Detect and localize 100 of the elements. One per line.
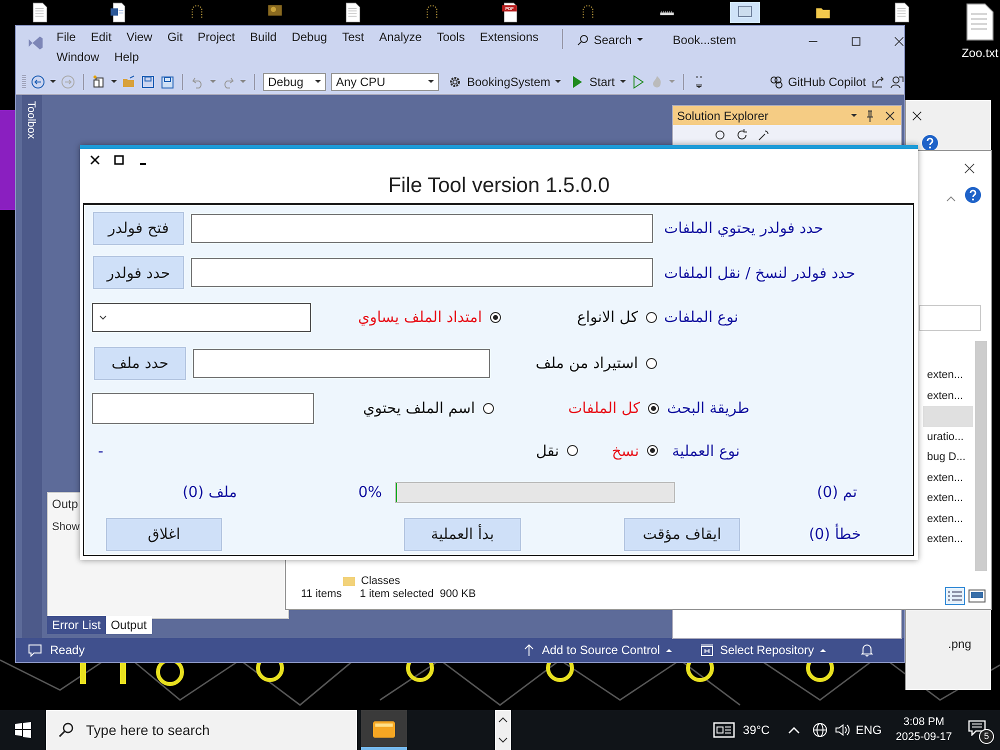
import-file-field[interactable]: [193, 348, 490, 378]
back-icon[interactable]: [31, 75, 45, 89]
taskbar-app[interactable]: [361, 710, 407, 750]
new-item-icon[interactable]: [92, 75, 106, 89]
menu-item[interactable]: Extensions: [480, 29, 539, 45]
radio-button[interactable]: [646, 358, 657, 368]
target-folder-button[interactable]: حدد فولدر: [93, 256, 184, 289]
menu-item[interactable]: Test: [342, 29, 364, 45]
menu-item[interactable]: Tools: [436, 29, 465, 45]
menu-item[interactable]: Project: [198, 29, 236, 45]
clock[interactable]: 3:08 PM 2025-09-17: [896, 715, 952, 745]
radio-button[interactable]: [567, 445, 578, 456]
menu-item[interactable]: Edit: [90, 29, 112, 45]
open-folder-button[interactable]: فتح فولدر: [93, 212, 184, 244]
menu-item[interactable]: Debug: [292, 29, 328, 45]
news-icon[interactable]: [712, 722, 735, 738]
chevron-up-icon[interactable]: [498, 717, 508, 723]
name-filter-field[interactable]: [92, 392, 314, 424]
maximize-icon[interactable]: [113, 154, 125, 166]
file-name[interactable]: Zoo.txt: [962, 46, 998, 60]
share-icon[interactable]: [871, 75, 885, 89]
search-field[interactable]: [919, 305, 981, 331]
windows-logo-icon[interactable]: [15, 722, 31, 738]
comment-icon[interactable]: [28, 643, 42, 657]
caret-icon[interactable]: [851, 114, 857, 118]
radio-button[interactable]: [483, 402, 494, 414]
help-icon[interactable]: [965, 187, 981, 203]
play-outline-icon[interactable]: [630, 75, 645, 89]
globe-icon[interactable]: [812, 722, 828, 738]
file-row[interactable]: exten...: [923, 468, 973, 488]
save-icon[interactable]: [141, 75, 155, 89]
panel-tab[interactable]: Output: [106, 616, 152, 634]
radio-button[interactable]: [647, 445, 658, 456]
refresh-icon[interactable]: [735, 128, 749, 142]
caret-icon: [620, 80, 626, 84]
file-name[interactable]: .png: [948, 637, 972, 651]
menu-item[interactable]: Analyze: [379, 29, 422, 45]
target-folder-field[interactable]: [191, 258, 653, 287]
radio-button[interactable]: [648, 402, 659, 414]
search-field[interactable]: Type here to search: [46, 710, 357, 750]
project-dropdown[interactable]: BookingSystem: [448, 75, 562, 89]
caret-icon[interactable]: [111, 80, 117, 84]
folder-item[interactable]: Classes: [343, 575, 400, 587]
menu-item[interactable]: Build: [250, 29, 277, 45]
file-row[interactable]: exten...: [923, 365, 973, 386]
source-control-button[interactable]: Add to Source Control: [522, 643, 672, 657]
menu-item[interactable]: Git: [167, 29, 183, 45]
toolbox-tab[interactable]: Toolbox: [25, 101, 37, 139]
configuration-dropdown[interactable]: Debug: [263, 73, 326, 91]
radio-button[interactable]: [490, 312, 501, 322]
caret-icon: [555, 80, 562, 84]
radio-label: استيراد من ملف: [536, 354, 638, 372]
scrollbar[interactable]: [975, 341, 987, 571]
help-icon[interactable]: [922, 135, 938, 151]
speaker-icon[interactable]: [834, 722, 850, 738]
close-icon[interactable]: [883, 108, 897, 122]
wrench-icon[interactable]: [757, 128, 771, 142]
close-button[interactable]: اغلاق: [106, 518, 222, 550]
chevron-down-icon: [99, 314, 107, 320]
start-button[interactable]: Start: [570, 75, 626, 89]
menu-item[interactable]: File: [56, 29, 76, 45]
radio-button[interactable]: [646, 312, 657, 322]
document-icon[interactable]: [964, 2, 995, 42]
search-button[interactable]: Search: [576, 33, 643, 47]
notification-button[interactable]: 5: [966, 716, 992, 744]
details-view-icon[interactable]: [945, 587, 965, 605]
panel-tab[interactable]: Error List: [47, 616, 106, 634]
platform-dropdown[interactable]: Any CPU: [331, 73, 439, 91]
file-row[interactable]: exten...: [923, 386, 973, 406]
file-row[interactable]: bug D...: [923, 447, 973, 468]
file-row[interactable]: exten...: [923, 529, 973, 550]
bell-icon[interactable]: [860, 643, 874, 657]
feedback-icon[interactable]: [890, 75, 904, 89]
maximize-icon[interactable]: [850, 36, 861, 47]
file-row[interactable]: uratio...: [923, 426, 973, 447]
close-icon[interactable]: [912, 111, 922, 121]
close-icon[interactable]: [894, 36, 904, 47]
source-folder-field[interactable]: [191, 214, 653, 242]
copilot-button[interactable]: GitHub Copilot: [768, 75, 866, 89]
pause-button[interactable]: ايقاف مؤقت: [624, 518, 740, 550]
window-icon[interactable]: [730, 2, 760, 23]
menu-item[interactable]: Help: [114, 49, 139, 65]
file-row[interactable]: exten...: [923, 508, 973, 529]
menu-item[interactable]: View: [126, 29, 152, 45]
caret-icon[interactable]: [50, 80, 56, 84]
sync-icon[interactable]: [713, 128, 727, 142]
close-icon[interactable]: [89, 154, 101, 166]
language-indicator[interactable]: ENG: [856, 723, 882, 737]
select-file-button[interactable]: حدد ملف: [94, 346, 186, 380]
save-all-icon[interactable]: [160, 75, 174, 89]
file-row[interactable]: exten...: [923, 488, 973, 508]
extension-dropdown[interactable]: [92, 302, 311, 332]
start-button[interactable]: بدأ العملية: [404, 518, 521, 550]
temperature[interactable]: 39°C: [742, 723, 770, 737]
chevron-down-icon[interactable]: [498, 737, 508, 743]
close-icon[interactable]: [964, 163, 975, 174]
caret-icon: [636, 38, 643, 42]
thumbnail-view-icon[interactable]: [967, 587, 987, 605]
menu-item[interactable]: Window: [56, 49, 100, 65]
repository-button[interactable]: Select Repository: [700, 643, 826, 657]
